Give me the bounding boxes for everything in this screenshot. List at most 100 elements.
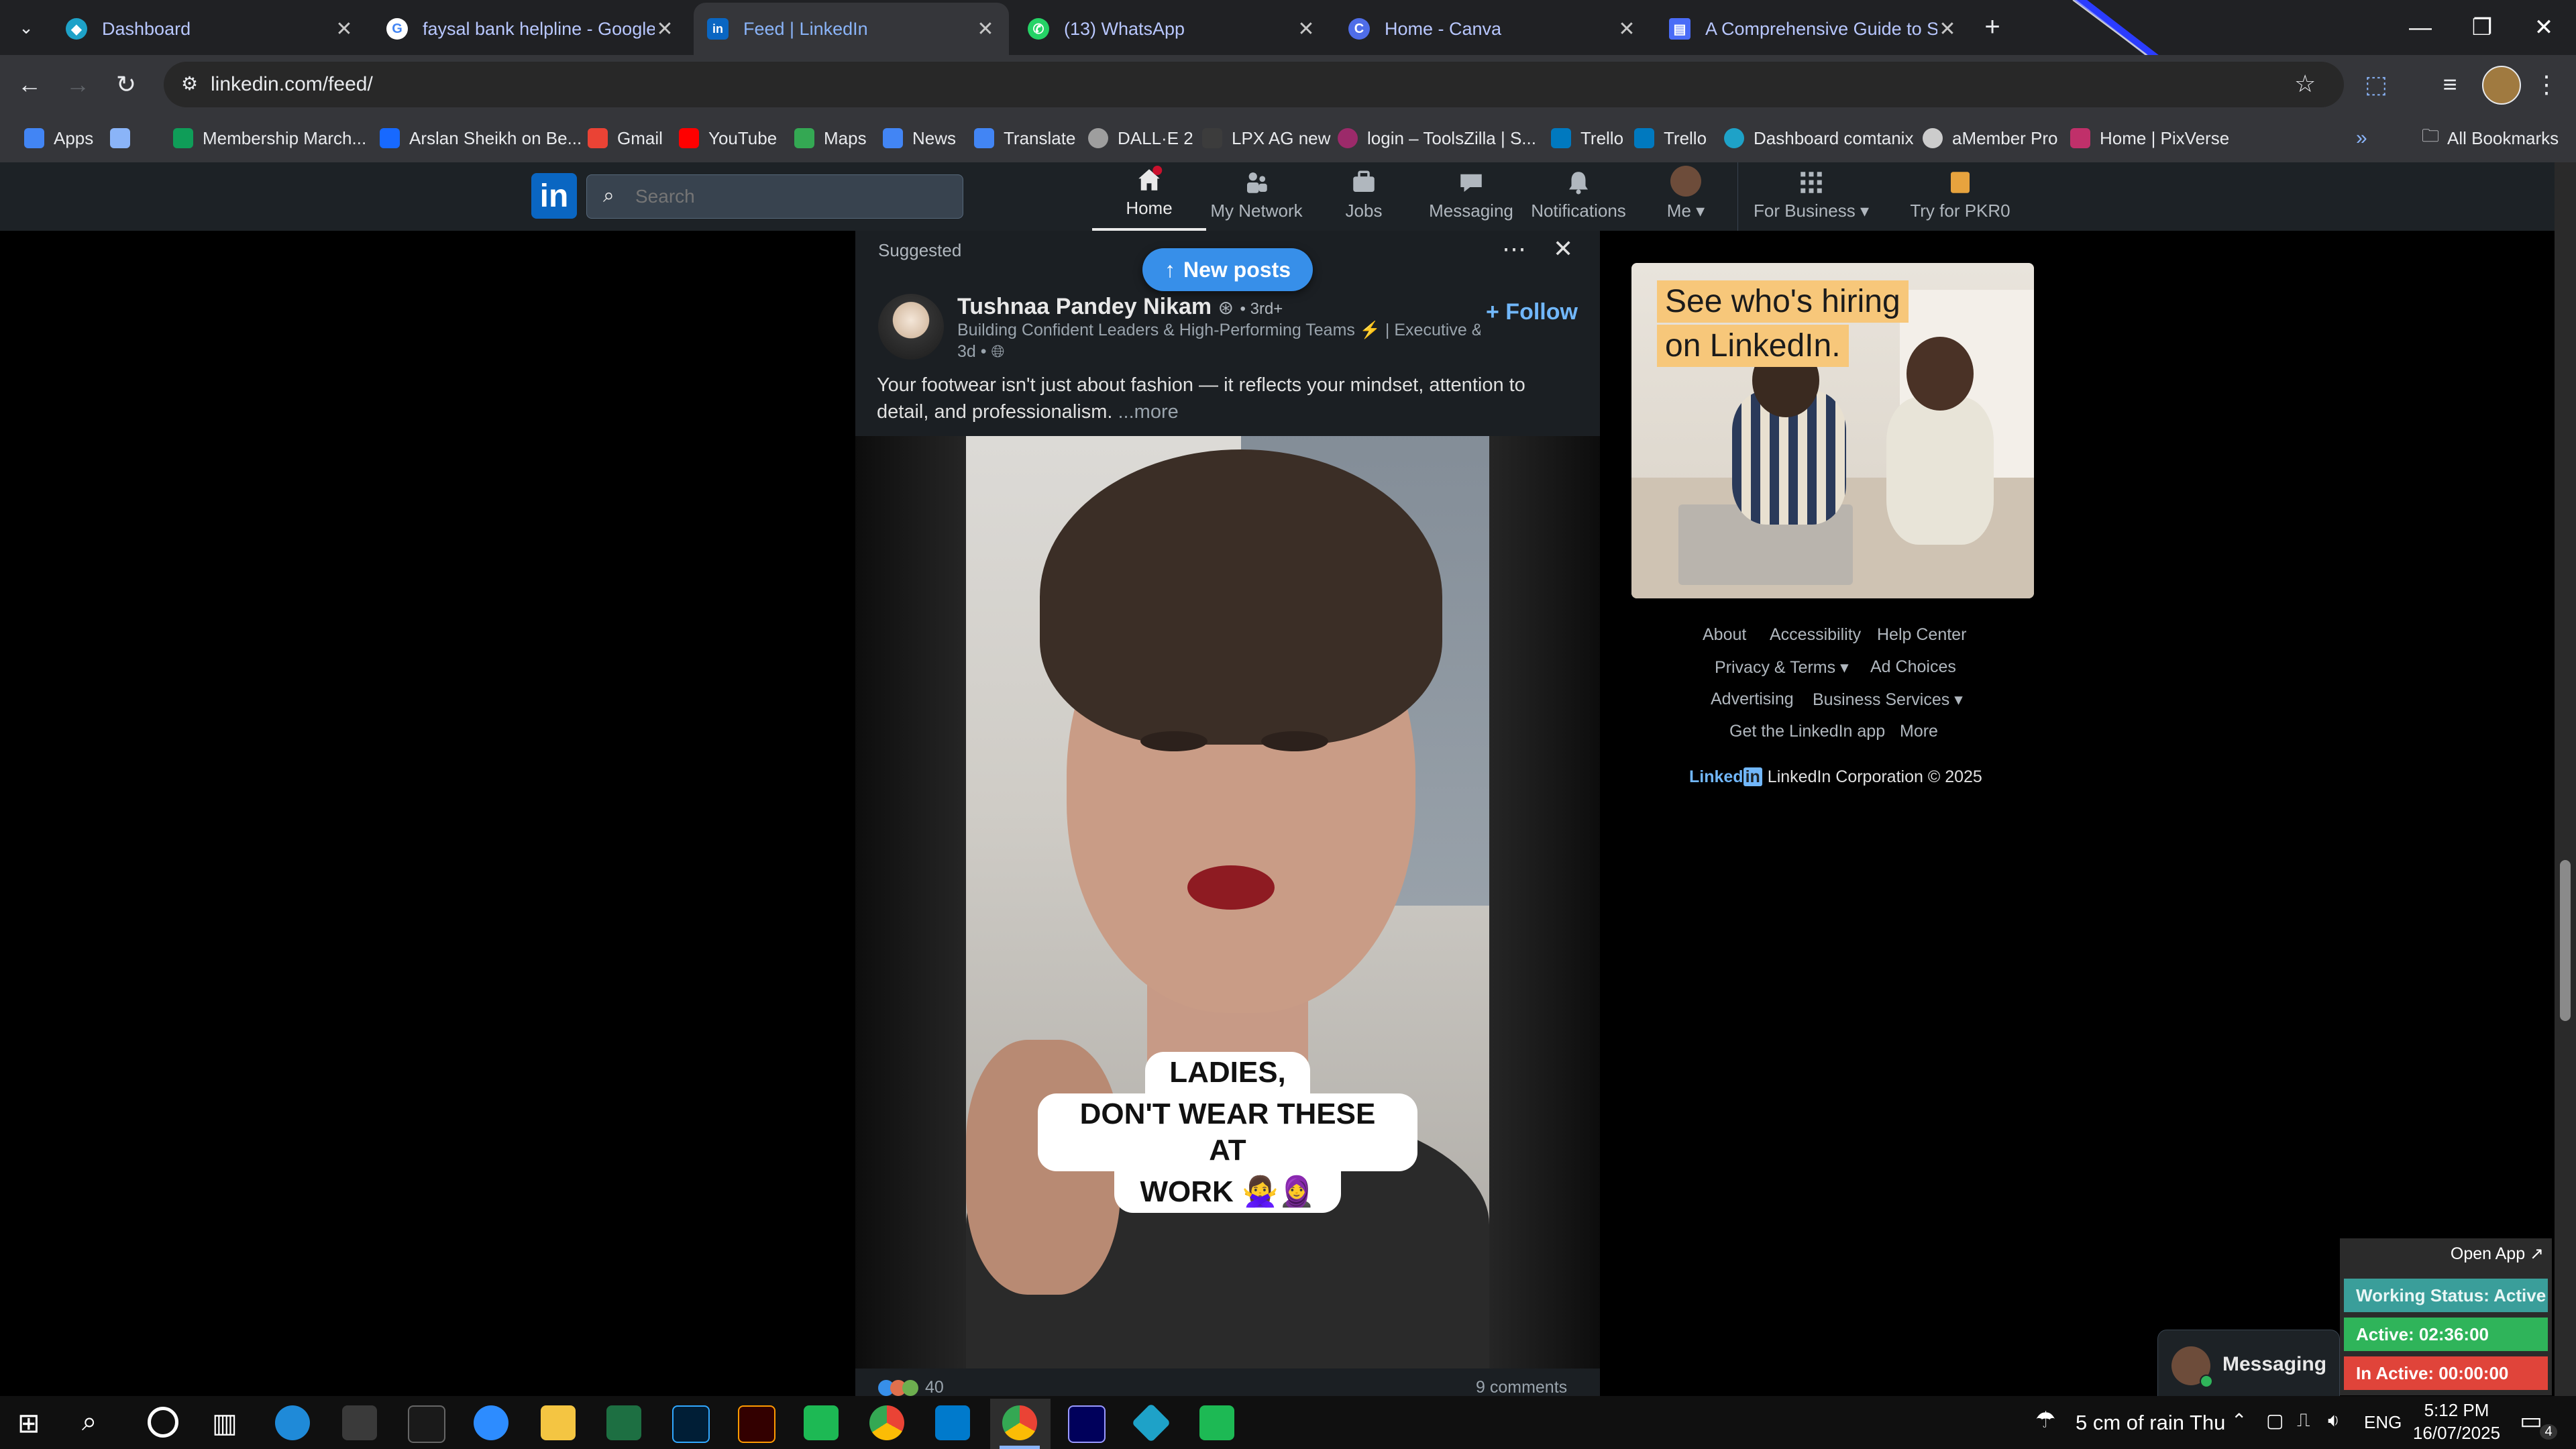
- bookmark-pixverse[interactable]: Home | PixVerse: [2070, 123, 2229, 153]
- tab-canva[interactable]: C Home - Canva ✕: [1335, 3, 1650, 55]
- media-controls-icon[interactable]: ≡: [2428, 63, 2471, 106]
- volume-icon[interactable]: 🔉︎: [2328, 1409, 2340, 1432]
- cortana-icon[interactable]: [148, 1407, 178, 1438]
- footer-ad-choices[interactable]: Ad Choices: [1870, 657, 1956, 677]
- nav-my-network[interactable]: My Network: [1199, 162, 1313, 231]
- nav-home[interactable]: Home: [1092, 162, 1206, 231]
- photoshop-icon[interactable]: [672, 1405, 710, 1443]
- hiring-ad-card[interactable]: See who's hiring on LinkedIn.: [1631, 263, 2034, 598]
- bookmark-youtube[interactable]: YouTube: [679, 123, 777, 153]
- close-window-button[interactable]: ✕: [2513, 0, 2575, 55]
- comments-count[interactable]: 9 comments: [1476, 1378, 1567, 1396]
- scrollbar-thumb[interactable]: [2560, 860, 2571, 1021]
- search-input[interactable]: [634, 183, 945, 210]
- author-name[interactable]: Tushnaa Pandey Nikam: [957, 294, 1212, 319]
- file-explorer-icon[interactable]: [541, 1405, 576, 1440]
- meet-icon[interactable]: ▢: [2266, 1409, 2284, 1432]
- zoom-icon[interactable]: [474, 1405, 508, 1440]
- nav-for-business[interactable]: For Business ▾: [1744, 162, 1878, 231]
- bookmark-translate[interactable]: Translate: [974, 123, 1075, 153]
- new-posts-button[interactable]: ↑ New posts: [1142, 248, 1313, 291]
- bookmark-apps[interactable]: Apps: [24, 123, 93, 153]
- weather-text[interactable]: 5 cm of rain Thu: [2076, 1411, 2225, 1435]
- page-scrollbar[interactable]: [2555, 162, 2576, 1396]
- bookmark-news[interactable]: News: [883, 123, 956, 153]
- follow-button[interactable]: + Follow: [1486, 299, 1578, 325]
- messaging-widget[interactable]: Messaging: [2157, 1330, 2340, 1397]
- footer-about[interactable]: About: [1703, 625, 1746, 645]
- footer-privacy-terms[interactable]: Privacy & Terms ▾: [1715, 657, 1849, 678]
- terminal-icon[interactable]: [408, 1405, 445, 1443]
- bookmark-dalle[interactable]: DALL·E 2: [1088, 123, 1193, 153]
- footer-get-app[interactable]: Get the LinkedIn app: [1729, 722, 1885, 741]
- address-bar[interactable]: ⚙ linkedin.com/feed/ ☆: [164, 62, 2344, 107]
- dashboard-app-icon[interactable]: [1131, 1403, 1171, 1443]
- illustrator-icon[interactable]: [738, 1405, 775, 1443]
- more-bookmarks-icon[interactable]: »: [2356, 123, 2367, 153]
- nav-jobs[interactable]: Jobs: [1307, 162, 1421, 231]
- app-icon-2[interactable]: [1199, 1405, 1234, 1440]
- network-icon[interactable]: ⎍: [2297, 1409, 2310, 1432]
- footer-business-services[interactable]: Business Services ▾: [1813, 690, 1963, 710]
- clock-date[interactable]: 16/07/2025: [2412, 1423, 2501, 1444]
- post-video[interactable]: LADIES, DON'T WEAR THESE AT WORK 🙅‍♀️🧕: [855, 436, 1600, 1368]
- excel-icon[interactable]: [606, 1405, 641, 1440]
- search-icon[interactable]: ⌕: [82, 1407, 97, 1437]
- tab-whatsapp[interactable]: ✆ (13) WhatsApp ✕: [1014, 3, 1330, 55]
- clock-time[interactable]: 5:12 PM: [2423, 1400, 2490, 1421]
- task-view-icon[interactable]: ▥: [212, 1408, 237, 1439]
- premiere-icon[interactable]: [1068, 1405, 1106, 1443]
- extensions-icon[interactable]: ⬚: [2355, 63, 2398, 106]
- tab-linkedin[interactable]: in Feed | LinkedIn ✕: [694, 3, 1009, 55]
- bookmark-behance[interactable]: Arslan Sheikh on Be...: [380, 123, 582, 153]
- restore-button[interactable]: ❐: [2451, 0, 2513, 55]
- footer-accessibility[interactable]: Accessibility: [1770, 625, 1861, 645]
- bookmark-amember[interactable]: aMember Pro: [1923, 123, 2058, 153]
- forward-button[interactable]: →: [56, 63, 99, 106]
- reload-button[interactable]: ↻: [105, 63, 148, 106]
- close-icon[interactable]: ✕: [1617, 17, 1637, 41]
- see-more-link[interactable]: ...more: [1118, 401, 1178, 423]
- app-icon[interactable]: [804, 1405, 839, 1440]
- back-button[interactable]: ←: [8, 63, 51, 106]
- all-bookmarks[interactable]: 🗀 All Bookmarks: [2422, 123, 2559, 153]
- dismiss-post-icon[interactable]: ✕: [1553, 235, 1573, 263]
- author-avatar[interactable]: [878, 294, 944, 360]
- bookmark-maps[interactable]: Maps: [794, 123, 867, 153]
- open-app-link[interactable]: Open App ↗: [2451, 1244, 2544, 1264]
- chrome-active-icon[interactable]: [1002, 1405, 1037, 1440]
- profile-avatar[interactable]: [2482, 66, 2521, 105]
- notification-center-icon[interactable]: ▭: [2520, 1407, 2542, 1435]
- bookmark-membership[interactable]: Membership March...: [173, 123, 366, 153]
- close-icon[interactable]: ✕: [655, 17, 675, 41]
- tab-google[interactable]: G faysal bank helpline - Google S ✕: [373, 3, 688, 55]
- footer-advertising[interactable]: Advertising: [1711, 690, 1794, 709]
- chrome-icon[interactable]: [869, 1405, 904, 1440]
- bookmark-star-icon[interactable]: ☆: [2294, 70, 2316, 98]
- bookmark-trello-2[interactable]: Trello: [1634, 123, 1707, 153]
- edge-icon[interactable]: [275, 1405, 310, 1440]
- linkedin-logo[interactable]: in: [531, 173, 577, 219]
- tab-dashboard[interactable]: ◆ Dashboard ✕: [52, 3, 368, 55]
- close-icon[interactable]: ✕: [334, 17, 354, 41]
- more-options-icon[interactable]: ⋯: [1502, 235, 1526, 263]
- vscode-icon[interactable]: [935, 1405, 970, 1440]
- search-box[interactable]: ⌕: [586, 174, 963, 219]
- close-icon[interactable]: ✕: [975, 17, 996, 41]
- language-indicator[interactable]: ENG: [2364, 1412, 2402, 1433]
- nav-notifications[interactable]: Notifications: [1521, 162, 1635, 231]
- bookmark-dashboard[interactable]: Dashboard comtanix: [1724, 123, 1913, 153]
- bookmark-lpx[interactable]: LPX AG new: [1202, 123, 1330, 153]
- pen-icon[interactable]: [342, 1405, 377, 1440]
- windows-start-icon[interactable]: ⊞: [17, 1408, 40, 1439]
- footer-more[interactable]: More: [1900, 722, 1938, 741]
- bookmark-toolszilla[interactable]: login – ToolsZilla | S...: [1338, 123, 1536, 153]
- close-icon[interactable]: ✕: [1296, 17, 1316, 41]
- site-info-icon[interactable]: ⚙: [181, 72, 198, 95]
- nav-messaging[interactable]: Messaging: [1414, 162, 1528, 231]
- nav-me[interactable]: Me ▾: [1629, 162, 1743, 231]
- footer-help-center[interactable]: Help Center: [1877, 625, 1966, 645]
- bookmark-gmail[interactable]: Gmail: [588, 123, 663, 153]
- browser-menu-icon[interactable]: ⋮: [2525, 63, 2568, 106]
- chevron-up-icon[interactable]: ⌃: [2231, 1409, 2247, 1432]
